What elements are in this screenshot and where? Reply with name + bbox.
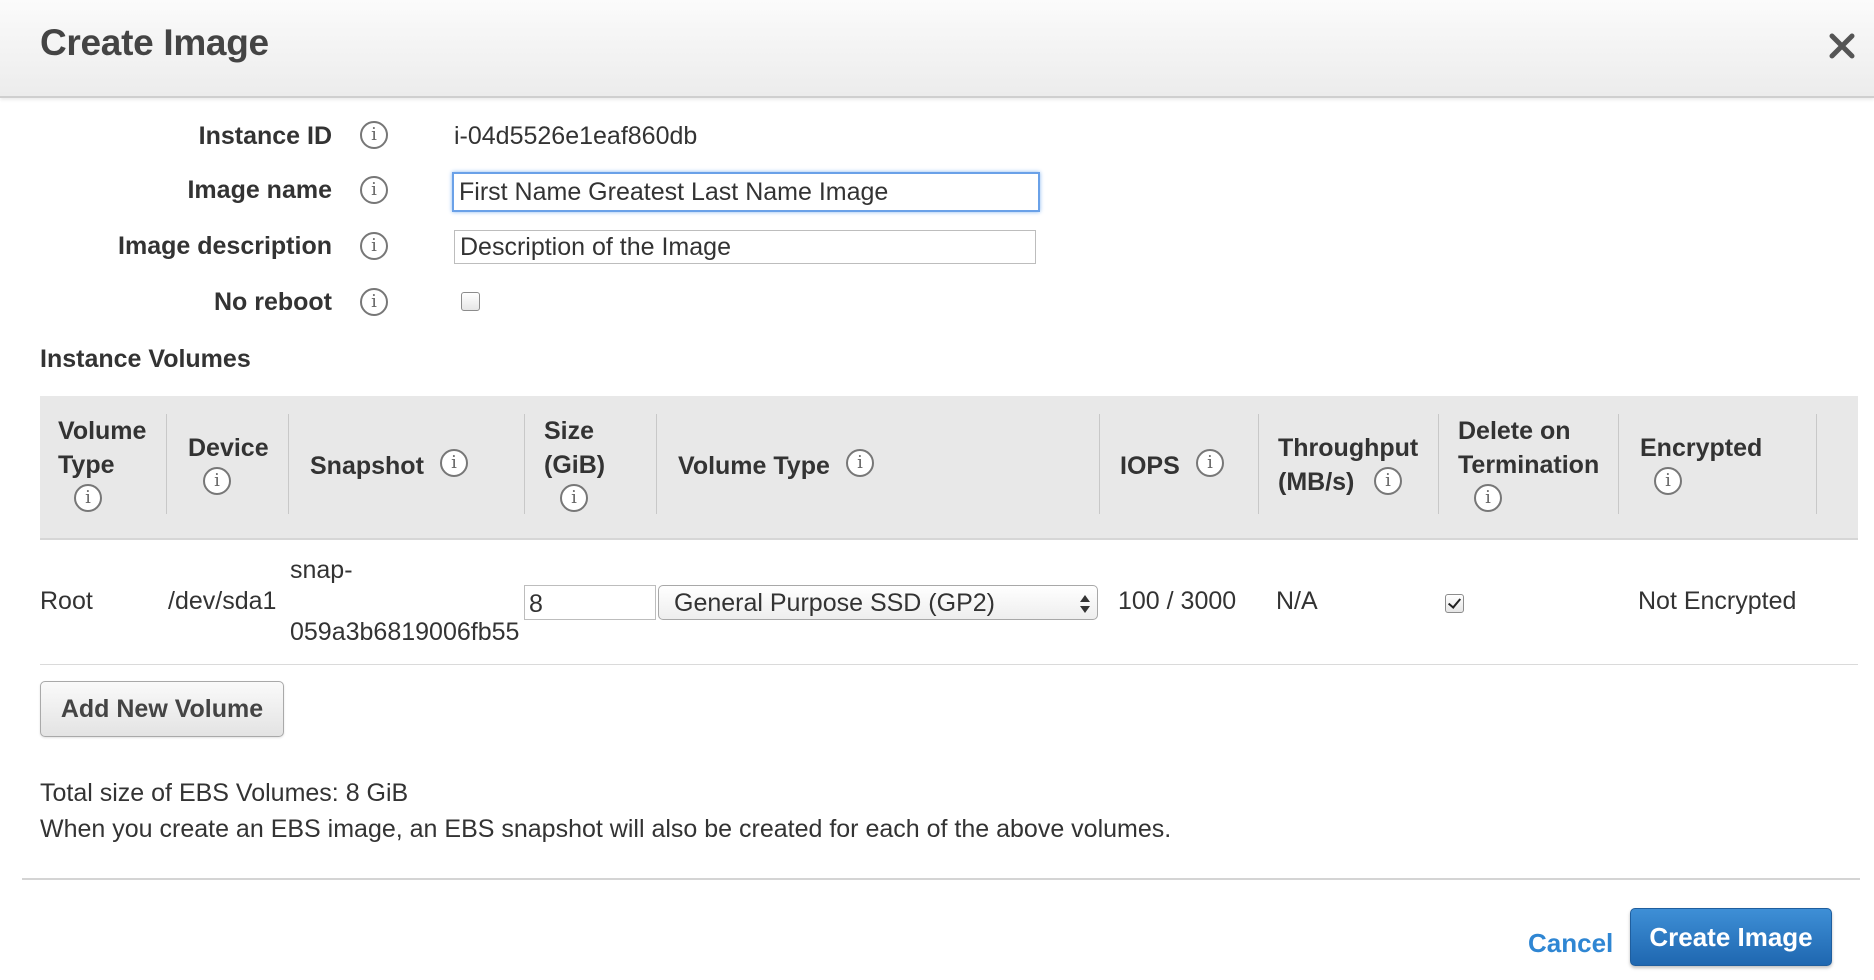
info-icon[interactable]: i <box>560 484 588 512</box>
col-size-line1: Size <box>544 417 595 445</box>
footer-divider <box>22 878 1860 880</box>
info-icon[interactable]: i <box>1374 467 1402 495</box>
row-volume-type: Root <box>40 587 93 615</box>
delete-on-termination-checkbox[interactable] <box>1445 594 1464 613</box>
column-divider <box>1258 414 1259 514</box>
instance-id-label: Instance ID <box>198 122 332 150</box>
row-throughput: N/A <box>1276 587 1318 615</box>
col-volume-type-line1: Volume <box>58 417 147 445</box>
row-snapshot-line1: snap- <box>290 556 353 584</box>
volume-type-select[interactable]: General Purpose SSD (GP2) <box>658 585 1098 620</box>
total-size-note: Total size of EBS Volumes: 8 GiB <box>40 779 409 807</box>
close-icon[interactable] <box>1822 26 1862 66</box>
column-divider <box>656 414 657 514</box>
instance-id-value: i-04d5526e1eaf860db <box>454 122 698 150</box>
dialog-header: Create Image <box>0 0 1874 98</box>
info-icon[interactable]: i <box>360 121 388 149</box>
create-image-button[interactable]: Create Image <box>1630 908 1832 966</box>
size-input[interactable] <box>524 585 656 620</box>
row-divider <box>40 664 1858 665</box>
col-volume-type: Volume Type <box>58 414 146 482</box>
image-name-input[interactable] <box>452 172 1040 212</box>
add-new-volume-button[interactable]: Add New Volume <box>40 681 284 737</box>
instance-volumes-title: Instance Volumes <box>40 345 251 373</box>
col-size: Size (GiB) <box>544 414 605 482</box>
column-divider <box>166 414 167 514</box>
col-volume-type-line2: Type <box>58 451 115 479</box>
col-delete-line2: Termination <box>1458 451 1600 479</box>
column-divider <box>288 414 289 514</box>
column-divider <box>1438 414 1439 514</box>
info-icon[interactable]: i <box>74 484 102 512</box>
col-iops: IOPS <box>1120 452 1180 480</box>
volume-type-selected: General Purpose SSD (GP2) <box>674 589 995 617</box>
info-icon[interactable]: i <box>440 449 468 477</box>
col-size-line2: (GiB) <box>544 451 606 479</box>
select-arrows-icon <box>1080 595 1090 613</box>
info-icon[interactable]: i <box>360 232 388 260</box>
info-icon[interactable]: i <box>1654 467 1682 495</box>
col-delete-on-termination: Delete on Termination <box>1458 414 1599 482</box>
info-icon[interactable]: i <box>1474 484 1502 512</box>
snapshot-info-note: When you create an EBS image, an EBS sna… <box>40 815 1172 843</box>
column-divider <box>1099 414 1100 514</box>
col-delete-line1: Delete on <box>1458 417 1571 445</box>
col-snapshot: Snapshot <box>310 452 424 480</box>
info-icon[interactable]: i <box>1196 449 1224 477</box>
info-icon[interactable]: i <box>360 176 388 204</box>
image-description-label: Image description <box>118 232 332 260</box>
col-throughput-line1: Throughput <box>1278 434 1419 462</box>
info-icon[interactable]: i <box>203 467 231 495</box>
col-device: Device <box>188 434 269 462</box>
info-icon[interactable]: i <box>360 288 388 316</box>
image-name-label: Image name <box>187 176 332 204</box>
image-description-input[interactable] <box>454 230 1036 264</box>
row-encrypted: Not Encrypted <box>1638 587 1797 615</box>
column-divider <box>1816 414 1817 514</box>
row-iops: 100 / 3000 <box>1118 587 1237 615</box>
column-divider <box>524 414 525 514</box>
volumes-table-header: Volume Type i Device i Snapshot i Size (… <box>40 396 1858 540</box>
row-snapshot-line2: 059a3b6819006fb55 <box>290 618 520 646</box>
column-divider <box>1618 414 1619 514</box>
no-reboot-label: No reboot <box>213 288 332 316</box>
cancel-link[interactable]: Cancel <box>1528 928 1613 959</box>
row-device: /dev/sda1 <box>168 587 277 615</box>
no-reboot-checkbox[interactable] <box>461 292 480 311</box>
info-icon[interactable]: i <box>846 449 874 477</box>
col-encrypted: Encrypted <box>1640 434 1763 462</box>
create-image-dialog: Create Image Instance ID i i-04d5526e1ea… <box>0 0 1874 980</box>
dialog-title: Create Image <box>40 22 269 63</box>
col-vol-type: Volume Type <box>678 452 830 480</box>
